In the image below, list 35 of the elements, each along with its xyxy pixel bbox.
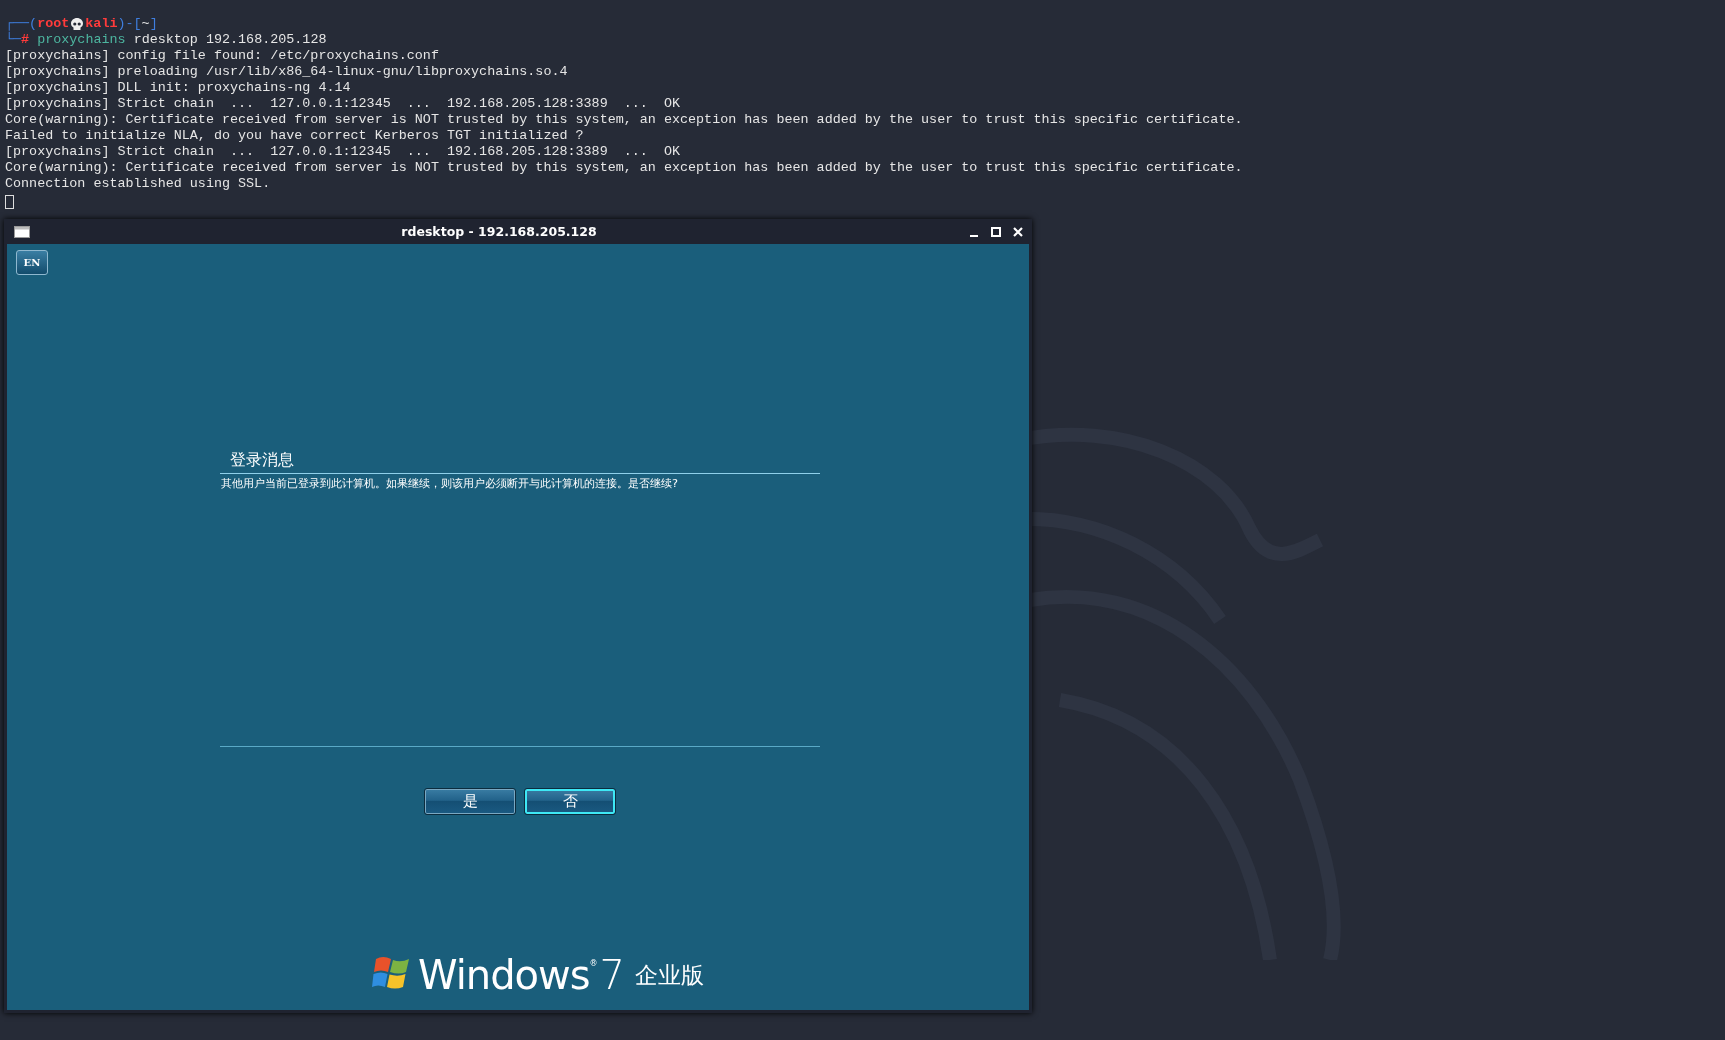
- terminal-output-line: Failed to initialize NLA, do you have correct Kerberos TGT initialized ?: [5, 128, 585, 144]
- command-arguments: rdesktop 192.168.205.128: [133, 32, 327, 48]
- terminal-output-line: [proxychains] config file found: /etc/proxychains.conf: [5, 48, 440, 64]
- logo-edition: 企业版: [635, 961, 704, 990]
- terminal-output-line: [proxychains] preloading /usr/lib/x86_64-linux-gnu/libproxychains.so.4: [5, 64, 569, 80]
- prompt-decoration: ]: [149, 16, 158, 32]
- dialog-message: 其他用户当前已登录到此计算机。如果继续，则该用户必须断开与此计算机的连接。是否继续?: [220, 476, 679, 491]
- windows-flag-icon: [372, 955, 412, 991]
- registered-mark: ®: [589, 959, 598, 968]
- logo-version: 7: [599, 955, 625, 995]
- language-button[interactable]: EN: [16, 250, 48, 275]
- terminal-output-line: [proxychains] DLL init: proxychains-ng 4.14: [5, 80, 352, 96]
- terminal-output-line: Connection established using SSL.: [5, 176, 272, 192]
- close-icon[interactable]: [1012, 225, 1024, 238]
- terminal-output-line: Core(warning): Certificate received from server is NOT trusted by this system, an exception has been added by the user to trust this specific certificate.: [5, 160, 1244, 176]
- window-title: rdesktop - 192.168.205.128: [400, 224, 598, 239]
- no-button[interactable]: 否: [524, 788, 616, 815]
- maximize-icon[interactable]: [990, 225, 1002, 238]
- logo-wordmark: Windows: [418, 955, 590, 995]
- skull-icon: [71, 17, 84, 31]
- prompt-decoration: )-[: [117, 16, 142, 32]
- window-icon: [14, 225, 30, 238]
- command-text: proxychains: [37, 32, 126, 48]
- prompt-symbol: #: [21, 32, 30, 48]
- dialog-title: 登录消息: [229, 450, 295, 471]
- prompt-host: kali: [85, 16, 118, 32]
- prompt-directory: ~: [141, 16, 150, 32]
- text-cursor: [5, 195, 14, 209]
- prompt-decoration: └─: [5, 32, 22, 48]
- terminal-output-line: [proxychains] Strict chain ... 127.0.0.1:12345 ... 192.168.205.128:3389 ... OK: [5, 144, 681, 160]
- yes-button[interactable]: 是: [424, 788, 516, 815]
- prompt-decoration: ┌──(: [5, 16, 38, 32]
- terminal-output-line: [proxychains] Strict chain ... 127.0.0.1:12345 ... 192.168.205.128:3389 ... OK: [5, 96, 681, 112]
- terminal-output-line: Core(warning): Certificate received from server is NOT trusted by this system, an exception has been added by the user to trust this specific certificate.: [5, 112, 1244, 128]
- prompt-user: root: [37, 16, 70, 32]
